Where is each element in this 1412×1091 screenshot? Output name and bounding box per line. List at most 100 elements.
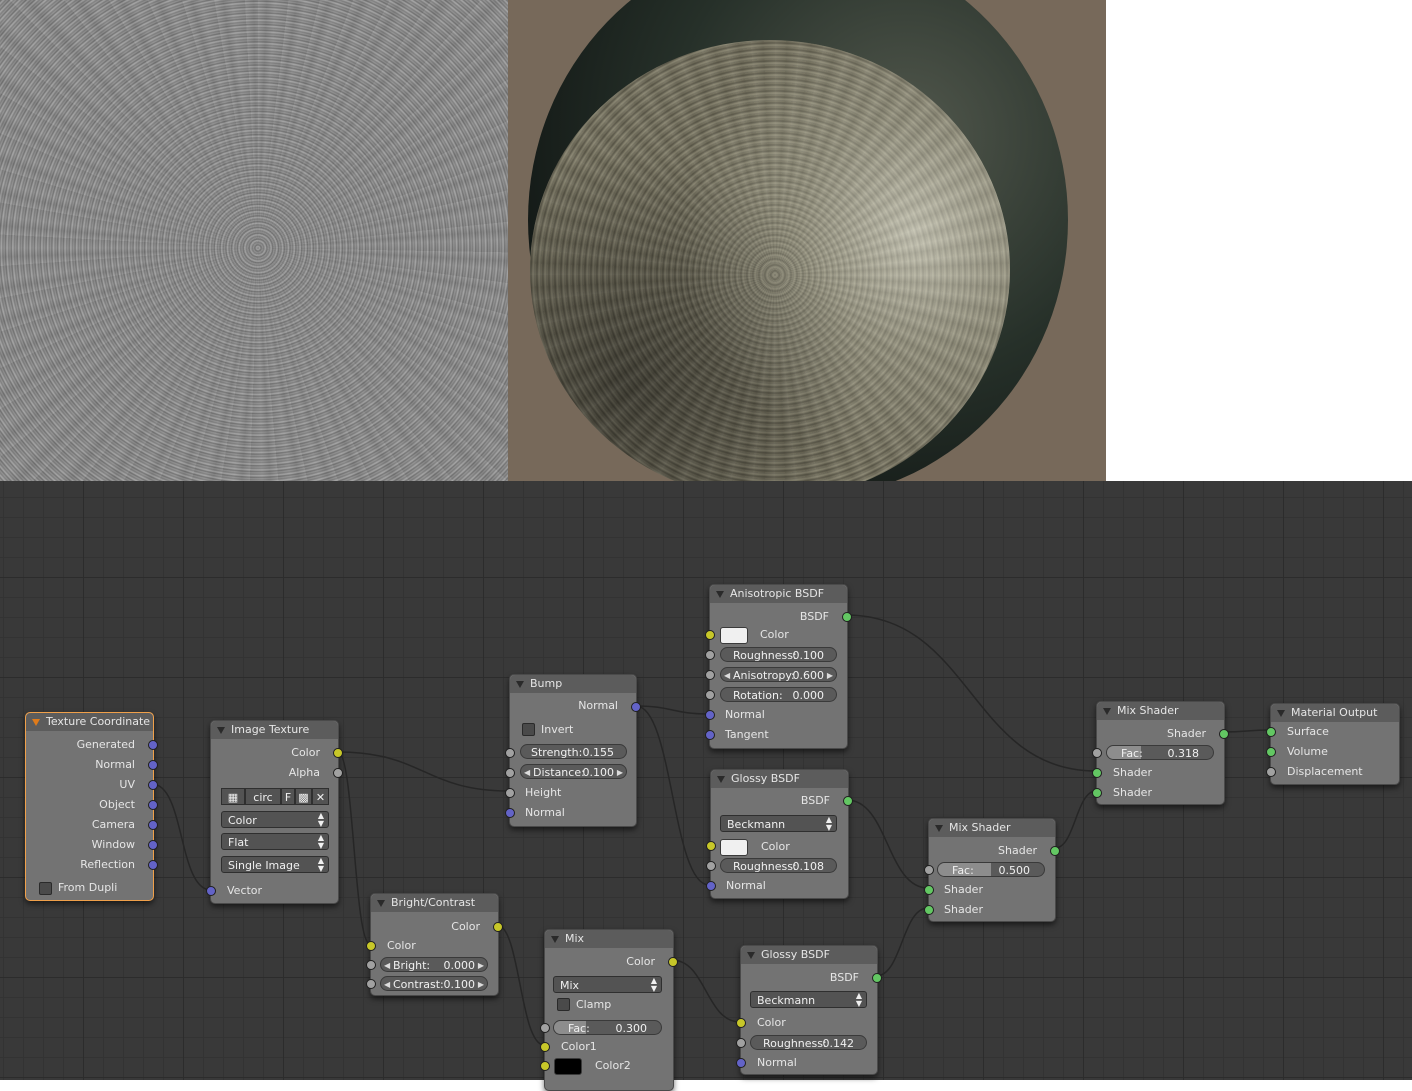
- output-color-socket[interactable]: [493, 922, 503, 932]
- collapse-triangle-icon[interactable]: [377, 900, 385, 907]
- output-alpha-socket[interactable]: [333, 768, 343, 778]
- collapse-triangle-icon[interactable]: [32, 719, 40, 726]
- node-header[interactable]: Bright/Contrast: [371, 894, 498, 912]
- node-mix[interactable]: Mix Color Mix ▲ ▼ Clamp Fac: 0.300 Color1…: [540, 929, 678, 1091]
- collapse-triangle-icon[interactable]: [551, 936, 559, 943]
- collapse-triangle-icon[interactable]: [217, 727, 225, 734]
- collapse-triangle-icon[interactable]: [1103, 708, 1111, 715]
- color-swatch[interactable]: [720, 627, 748, 644]
- contrast-field[interactable]: ◀ Contrast: 0.100 ▶: [380, 976, 488, 991]
- output-generated-socket[interactable]: [148, 740, 158, 750]
- output-normal-socket[interactable]: [148, 760, 158, 770]
- fake-user-button[interactable]: F: [281, 788, 295, 805]
- output-window-socket[interactable]: [148, 840, 158, 850]
- node-header[interactable]: Bump: [510, 675, 636, 693]
- image-name-field[interactable]: circ: [245, 788, 281, 805]
- distance-field[interactable]: ◀ Distance: 0.100 ▶: [520, 764, 627, 779]
- distribution-dropdown[interactable]: Beckmann ▲ ▼: [750, 991, 867, 1008]
- collapse-triangle-icon[interactable]: [1277, 710, 1285, 717]
- input-fac-socket[interactable]: [1092, 748, 1102, 758]
- node-mix-shader-2[interactable]: Mix Shader Shader Fac: 0.318 Shader Shad…: [1092, 701, 1229, 805]
- image-selector[interactable]: ▦ circ F ▩ ✕: [221, 788, 329, 805]
- node-texture-coordinate[interactable]: Texture Coordinate Generated Normal UV O…: [25, 712, 158, 901]
- decrement-arrow-icon[interactable]: ◀: [724, 668, 730, 681]
- input-distance-socket[interactable]: [505, 768, 515, 778]
- node-header[interactable]: Material Output: [1271, 704, 1399, 722]
- clamp-checkbox[interactable]: [557, 998, 570, 1011]
- node-editor-canvas[interactable]: Texture Coordinate Generated Normal UV O…: [0, 481, 1412, 1091]
- color-swatch[interactable]: [720, 839, 748, 856]
- node-anisotropic-bsdf[interactable]: Anisotropic BSDF BSDF Color Roughness: 0…: [705, 584, 852, 749]
- roughness-field[interactable]: Roughness: 0.108: [720, 858, 837, 873]
- node-header[interactable]: Image Texture: [211, 721, 338, 739]
- input-roughness-socket[interactable]: [736, 1038, 746, 1048]
- collapse-triangle-icon[interactable]: [717, 776, 725, 783]
- fac-slider[interactable]: Fac: 0.318: [1106, 745, 1214, 760]
- input-normal-socket[interactable]: [736, 1058, 746, 1068]
- source-dropdown[interactable]: Single Image ▲ ▼: [221, 856, 329, 873]
- output-color-socket[interactable]: [333, 748, 343, 758]
- roughness-field[interactable]: Roughness: 0.100: [720, 647, 837, 662]
- input-bright-socket[interactable]: [366, 960, 376, 970]
- output-camera-socket[interactable]: [148, 820, 158, 830]
- output-reflection-socket[interactable]: [148, 860, 158, 870]
- output-color-socket[interactable]: [668, 957, 678, 967]
- decrement-arrow-icon[interactable]: ◀: [384, 977, 390, 990]
- from-dupli-checkbox[interactable]: [39, 882, 52, 895]
- input-height-socket[interactable]: [505, 788, 515, 798]
- output-shader-socket[interactable]: [1219, 729, 1229, 739]
- input-anisotropy-socket[interactable]: [705, 670, 715, 680]
- input-normal-socket[interactable]: [505, 808, 515, 818]
- node-header[interactable]: Glossy BSDF: [741, 946, 877, 964]
- decrement-arrow-icon[interactable]: ◀: [524, 765, 530, 778]
- input-roughness-socket[interactable]: [705, 650, 715, 660]
- increment-arrow-icon[interactable]: ▶: [478, 958, 484, 971]
- node-material-output[interactable]: Material Output Surface Volume Displacem…: [1266, 703, 1400, 785]
- blend-type-dropdown[interactable]: Mix ▲ ▼: [553, 976, 662, 993]
- input-color-socket[interactable]: [706, 841, 716, 851]
- increment-arrow-icon[interactable]: ▶: [827, 668, 833, 681]
- input-vector-socket[interactable]: [206, 886, 216, 896]
- input-roughness-socket[interactable]: [706, 861, 716, 871]
- input-color-socket[interactable]: [705, 630, 715, 640]
- node-header[interactable]: Mix Shader: [1097, 702, 1224, 720]
- image-browse-icon[interactable]: ▦: [221, 788, 245, 805]
- node-header[interactable]: Anisotropic BSDF: [710, 585, 847, 603]
- input-color2-socket[interactable]: [540, 1061, 550, 1071]
- input-fac-socket[interactable]: [540, 1023, 550, 1033]
- node-mix-shader-1[interactable]: Mix Shader Shader Fac: 0.500 Shader Shad…: [924, 818, 1060, 922]
- output-object-socket[interactable]: [148, 800, 158, 810]
- increment-arrow-icon[interactable]: ▶: [617, 765, 623, 778]
- collapse-triangle-icon[interactable]: [516, 681, 524, 688]
- strength-field[interactable]: Strength: 0.155: [520, 744, 627, 759]
- input-fac-socket[interactable]: [924, 865, 934, 875]
- fac-slider[interactable]: Fac: 0.300: [553, 1020, 662, 1035]
- input-shader-a-socket[interactable]: [1092, 768, 1102, 778]
- input-displacement-socket[interactable]: [1266, 767, 1276, 777]
- node-header[interactable]: Mix Shader: [929, 819, 1055, 837]
- input-volume-socket[interactable]: [1266, 747, 1276, 757]
- unlink-image-icon[interactable]: ✕: [312, 788, 329, 805]
- node-image-texture[interactable]: Image Texture Color Alpha ▦ circ F ▩ ✕ C…: [206, 720, 343, 904]
- input-shader-b-socket[interactable]: [1092, 788, 1102, 798]
- node-glossy-bsdf-1[interactable]: Glossy BSDF BSDF Beckmann ▲ ▼ Color Rough…: [706, 769, 853, 899]
- node-header[interactable]: Mix: [545, 930, 673, 948]
- input-tangent-socket[interactable]: [705, 730, 715, 740]
- output-uv-socket[interactable]: [148, 780, 158, 790]
- roughness-field[interactable]: Roughness: 0.142: [750, 1035, 867, 1050]
- input-color1-socket[interactable]: [540, 1042, 550, 1052]
- collapse-triangle-icon[interactable]: [747, 952, 755, 959]
- fac-slider[interactable]: Fac: 0.500: [937, 862, 1045, 877]
- output-shader-socket[interactable]: [1050, 846, 1060, 856]
- rotation-field[interactable]: Rotation: 0.000: [720, 687, 837, 702]
- color2-swatch[interactable]: [554, 1058, 582, 1075]
- output-normal-socket[interactable]: [631, 702, 641, 712]
- collapse-triangle-icon[interactable]: [935, 825, 943, 832]
- open-image-icon[interactable]: ▩: [295, 788, 312, 805]
- node-bump[interactable]: Bump Normal Invert Strength: 0.155 ◀ Dis…: [505, 674, 641, 827]
- node-header[interactable]: Texture Coordinate: [26, 713, 153, 731]
- collapse-triangle-icon[interactable]: [716, 591, 724, 598]
- node-header[interactable]: Glossy BSDF: [711, 770, 848, 788]
- distribution-dropdown[interactable]: Beckmann ▲ ▼: [720, 815, 837, 832]
- color-space-dropdown[interactable]: Color ▲ ▼: [221, 811, 329, 828]
